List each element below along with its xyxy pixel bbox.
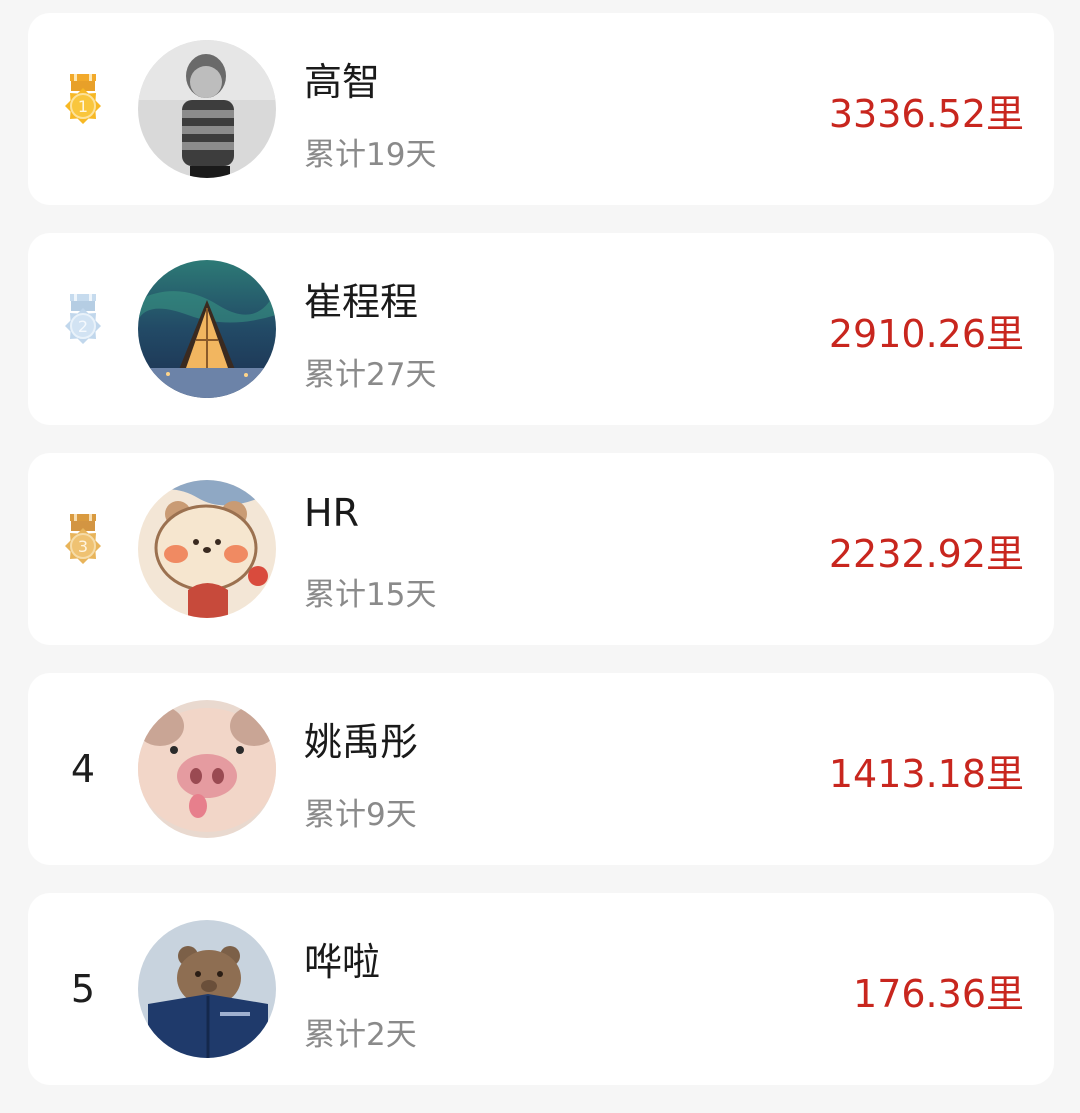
distance-value: 2232.92里	[828, 532, 1024, 576]
silver-medal-icon: 2	[54, 291, 112, 367]
avatar[interactable]	[138, 260, 276, 398]
user-name: 哗啦	[304, 940, 381, 984]
cumulative-days: 累计15天	[304, 577, 437, 613]
rank-number-text: 4	[70, 747, 96, 791]
bronze-medal-icon: 3	[54, 511, 112, 587]
cumulative-days: 累计9天	[304, 797, 417, 833]
cumulative-days: 累计2天	[304, 1017, 417, 1053]
distance-value: 2910.26里	[828, 312, 1024, 356]
ranking-list: 1 高智 累计19天 3336.52里 2 崔程程 累计27天 2910.26里…	[28, 13, 1054, 1113]
svg-text:2: 2	[78, 317, 88, 336]
ranking-row[interactable]: 4 姚禹彤 累计9天 1413.18里	[28, 673, 1054, 865]
user-name: 高智	[304, 60, 381, 104]
gold-medal-icon: 1	[54, 71, 112, 147]
rank-number: 5	[54, 951, 112, 1027]
svg-text:1: 1	[78, 97, 88, 116]
avatar[interactable]	[138, 480, 276, 618]
avatar[interactable]	[138, 920, 276, 1058]
distance-value: 3336.52里	[828, 92, 1024, 136]
cumulative-days: 累计27天	[304, 357, 437, 393]
distance-value: 1413.18里	[828, 752, 1024, 796]
ranking-row[interactable]: 5 哗啦 累计2天 176.36里	[28, 893, 1054, 1085]
ranking-row[interactable]: 2 崔程程 累计27天 2910.26里	[28, 233, 1054, 425]
avatar[interactable]	[138, 40, 276, 178]
rank-number-text: 5	[70, 967, 96, 1011]
avatar[interactable]	[138, 700, 276, 838]
user-name: 崔程程	[304, 280, 419, 324]
cumulative-days: 累计19天	[304, 137, 437, 173]
rank-number: 4	[54, 731, 112, 807]
distance-value: 176.36里	[853, 972, 1024, 1016]
user-name: 姚禹彤	[304, 720, 419, 764]
ranking-row[interactable]: 3 HR 累计15天 2232.92里	[28, 453, 1054, 645]
ranking-row[interactable]: 1 高智 累计19天 3336.52里	[28, 13, 1054, 205]
svg-text:3: 3	[78, 537, 88, 556]
user-name: HR	[304, 491, 359, 535]
